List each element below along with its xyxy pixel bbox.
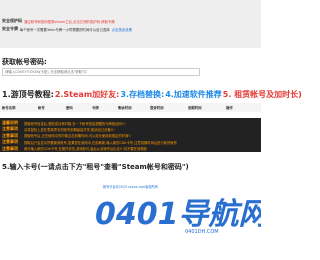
footer-copyright: 帐号平台@2023 xxxxx.com版权所有 — [102, 185, 159, 189]
note-label: 注意事项 — [2, 132, 18, 138]
banner-link-2[interactable]: 2.Steam加好友: — [55, 89, 120, 100]
note-label: 注意事项 — [2, 139, 18, 145]
note-label: 注意事项 — [2, 145, 18, 151]
info-row-security-code: 安全保护码 通过帐号和密码登录steam之后,点击左侧的保护码,获取令牌 — [2, 17, 132, 25]
banner-link-1[interactable]: 1.游顶号教程: — [2, 89, 54, 100]
top-info-panel: 安全保护码 通过帐号和密码登录steam之后,点击左侧的保护码,获取令牌 安全令… — [0, 0, 261, 48]
note-row: 注意事项 请将鼠标上放在表事项中的帐号到期最高开关,取消自己设备!!! — [0, 126, 261, 132]
page-title: 获取帐号密码: — [2, 58, 47, 66]
banner-link-4[interactable]: 4.加速软件推荐 — [165, 89, 222, 100]
settings-link[interactable]: 点击按此设置 — [112, 27, 132, 32]
info-label: 安全令牌 — [2, 26, 18, 31]
note-text: 请将鼠标上放在表事项中的帐号到期最高开关,取消自己设备!!! — [24, 127, 115, 132]
info-value: 每个帐号一次需要3min令牌一小时需要的时间可以自己选择 — [19, 27, 110, 32]
table-header-cell: 登录时间 — [150, 106, 164, 110]
table-header-cell: 帐号名称 — [2, 106, 16, 110]
info-row-token: 安全令牌 每个帐号一次需要3min令牌一小时需要的时间可以自己选择 点击按此设置 — [2, 25, 132, 33]
note-row: 注意事项 两次输入新的CDK卡号,在展开状态,游戏即可,最后从该帐号后出去!!!请… — [0, 146, 261, 152]
svg-text:0401导航网: 0401导航网 — [95, 197, 261, 232]
cdkey-input[interactable] — [2, 68, 200, 76]
note-label: 注意事项 — [2, 126, 18, 132]
watermark-logo: 0401导航网 0401DH.COM — [95, 197, 261, 235]
table-header-cell: 令牌 — [92, 106, 99, 110]
note-text: 两次输入新的CDK卡号,在展开状态,游戏即可,最后从该帐号后出去!!!请不要在到… — [24, 147, 147, 152]
banner-link-3[interactable]: 3.存档替换: — [120, 89, 164, 100]
table-header-cell: 密码 — [66, 106, 73, 110]
table-header: 帐号名称 帐号 密码 令牌 剩余时间 登录时间 到期时间 操作 — [0, 103, 261, 112]
table-header-cell: 帐号 — [38, 106, 45, 110]
note-row: 注意事项 提取后只会显示所要使用帐号,如果您在使用中,在前刷新,输入新的CDK卡号… — [0, 139, 261, 145]
table-header-cell: 操作 — [226, 106, 233, 110]
info-value: 通过帐号和密码登录steam之后,点击左侧的保护码,获取令牌 — [24, 19, 115, 24]
note-row: 注意事项 提取帐号后,正在使用中的时候点击到期时间,可以延长使用到指定的时间!! — [0, 133, 261, 139]
notes-panel: 温馨说明 提取帐号信息后,登陆成功有时候,去一下帐号信息提醒的令牌验证码!!! 注意… — [0, 118, 261, 152]
table-header-cell: 到期时间 — [188, 106, 202, 110]
note-text: 提取帐号信息后,登陆成功有时候,去一下帐号信息提醒的令牌验证码!!! — [24, 121, 126, 126]
banner-link-5[interactable]: 5. 租赁帐号及加时长) — [223, 89, 302, 100]
table-header-cell: 剩余时间 — [118, 106, 132, 110]
note-row: 温馨说明 提取帐号信息后,登陆成功有时候,去一下帐号信息提醒的令牌验证码!!! — [0, 120, 261, 126]
info-label: 安全保护码 — [2, 18, 22, 23]
step-title: 5.输入卡号(一请点击下方"租号"查看"Steam帐号和密码") — [2, 163, 189, 171]
svg-text:0401DH.COM: 0401DH.COM — [185, 229, 219, 235]
note-text: 提取帐号后,正在使用中的时候点击到期时间,可以延长使用到指定的时间!! — [24, 134, 131, 139]
note-text: 提取后只会显示所要使用帐号,如果您在使用中,在前刷新,输入新的CDK卡号,注意到… — [24, 140, 177, 145]
tutorial-banner: 1.游顶号教程: 2.Steam加好友: 3.存档替换: 4.加速软件推荐 5. 租赁帐… — [0, 84, 302, 104]
